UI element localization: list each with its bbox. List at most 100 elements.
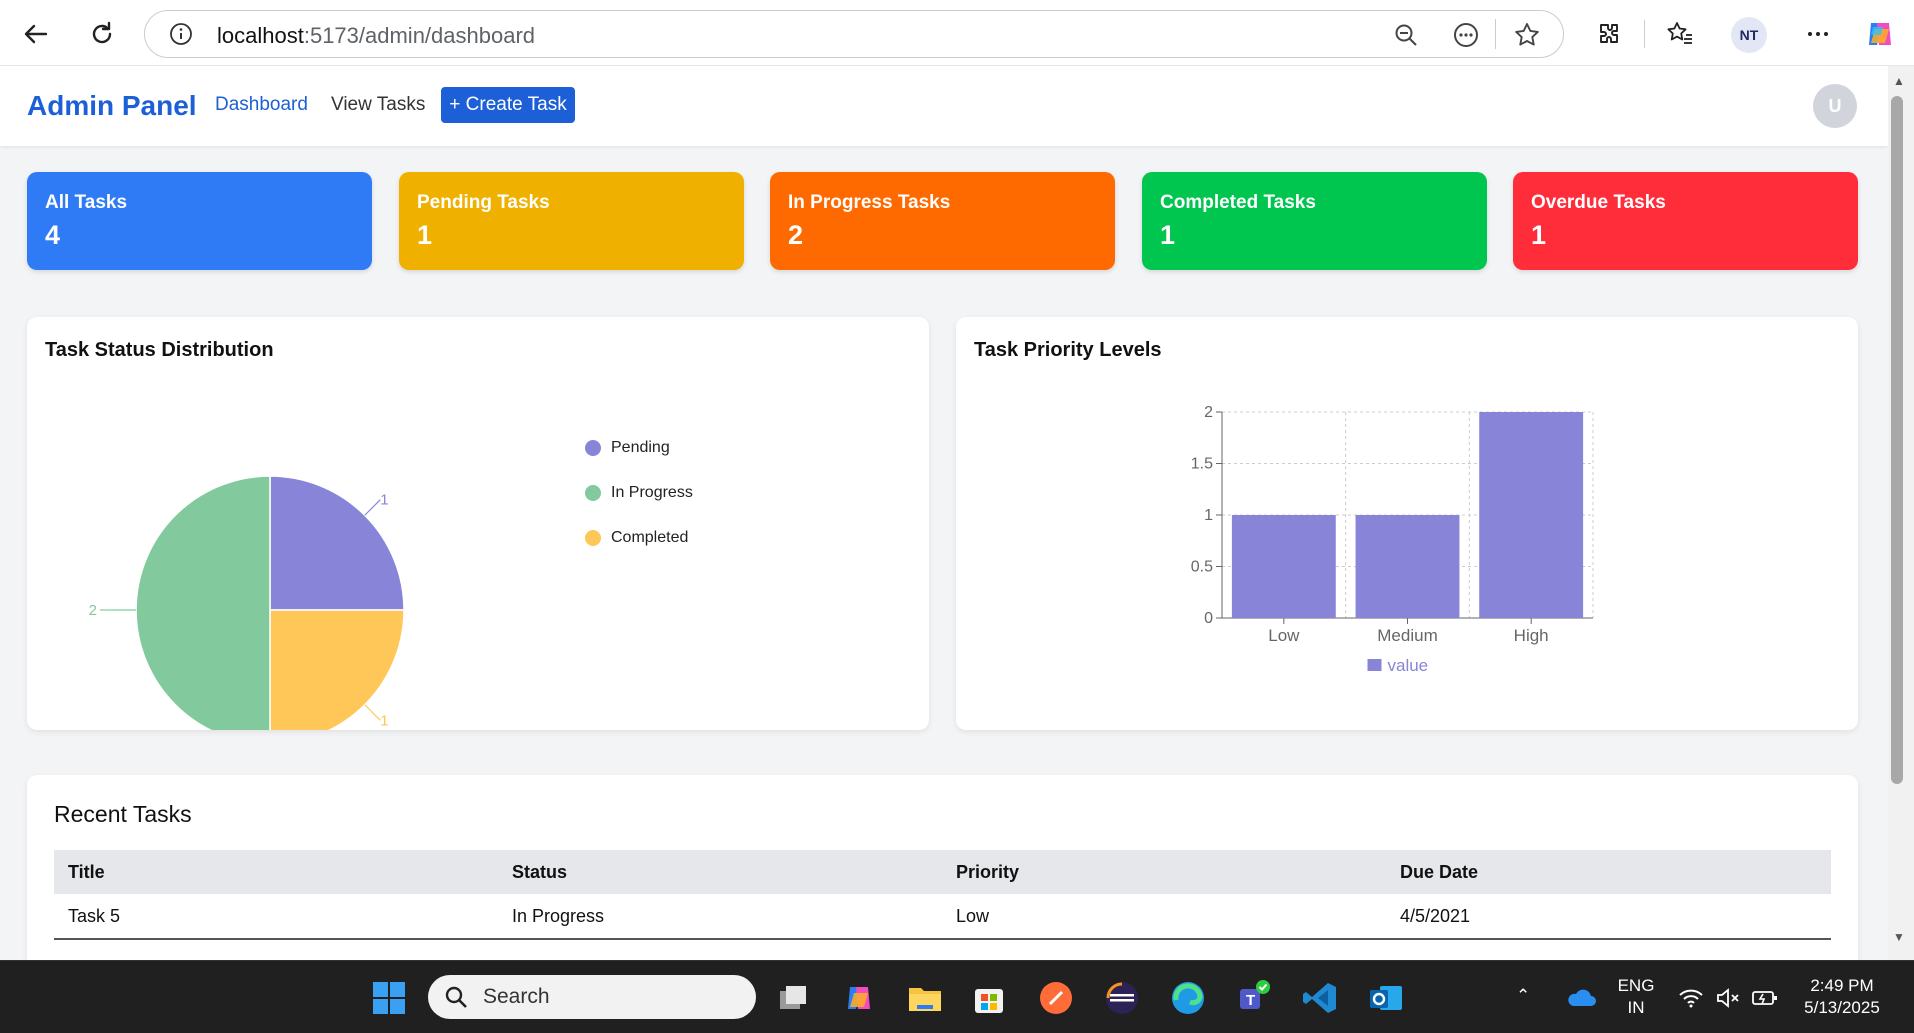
bar-low[interactable] [1231,515,1336,618]
copilot-taskbar-icon[interactable] [840,979,878,1017]
site-info-icon[interactable] [169,22,193,51]
onedrive-icon[interactable] [1562,979,1600,1017]
table-row[interactable]: Task 5 In Progress Low 4/5/2021 [54,894,1831,940]
zoom-icon[interactable] [1393,22,1419,53]
eclipse-icon[interactable] [1103,979,1141,1017]
legend-label: In Progress [611,484,693,501]
outlook-icon[interactable] [1367,979,1405,1017]
clock-time: 2:49 PM [1810,976,1874,995]
y-tick-label: 0 [1204,610,1213,627]
task-priority-cell: Low [942,894,1386,940]
column-header-due-date: Due Date [1386,850,1831,894]
legend-label: Pending [611,439,670,456]
priority-bar-chart: 0 0.5 1 1.5 2 Low Medium High value [1191,404,1594,675]
legend-label[interactable]: value [1388,656,1429,675]
volume-muted-icon[interactable] [1709,979,1747,1017]
nav-dashboard[interactable]: Dashboard [215,94,308,116]
pie-value-label: 1 [380,712,388,729]
pie-value-label: 2 [89,602,97,619]
microsoft-store-icon[interactable] [970,979,1008,1017]
more-options-circle-icon[interactable] [1453,22,1479,53]
y-tick-label: 1 [1204,507,1213,524]
legend-item-in-progress[interactable]: In Progress [585,484,693,502]
favorites-icon[interactable] [1660,14,1700,54]
page-viewport: Admin Panel Dashboard View Tasks + Creat… [0,66,1888,960]
column-header-title: Title [54,850,498,894]
recent-tasks-panel: Recent Tasks Title Status Priority Due D… [27,775,1858,960]
wifi-icon[interactable] [1672,979,1710,1017]
region-code: IN [1627,998,1645,1017]
x-tick-label: High [1514,626,1549,645]
scroll-down-icon[interactable]: ▼ [1890,928,1908,946]
task-view-icon[interactable] [774,979,812,1017]
favorite-star-icon[interactable] [1513,21,1541,54]
stat-card-in-progress[interactable]: In Progress Tasks 2 [770,172,1115,270]
windows-taskbar: Search T ⌃ ENG IN 2:49 PM 5/13/2025 [0,960,1914,1033]
scroll-up-icon[interactable]: ▲ [1890,72,1908,90]
search-placeholder: Search [483,985,550,1008]
bar-medium[interactable] [1355,515,1460,618]
stat-label: All Tasks [45,192,128,213]
divider [1644,20,1645,48]
browser-toolbar: localhost:5173/admin/dashboard NT [0,0,1914,66]
postman-icon[interactable] [1037,979,1075,1017]
url-text: localhost:5173/admin/dashboard [217,23,535,49]
stat-card-overdue[interactable]: Overdue Tasks 1 [1513,172,1858,270]
x-tick-label: Medium [1377,626,1437,645]
stat-value: 1 [1531,220,1547,250]
user-avatar[interactable]: U [1813,84,1857,128]
stat-label: In Progress Tasks [788,192,951,213]
task-status-cell: In Progress [498,894,942,940]
extensions-icon[interactable] [1588,14,1628,54]
x-tick-label: Low [1268,626,1300,645]
pie-value-label: 1 [380,492,388,509]
profile-avatar[interactable]: NT [1731,17,1767,53]
pie-slice-in-progress[interactable] [135,475,271,730]
windows-start-icon[interactable] [370,979,408,1017]
stat-card-all-tasks[interactable]: All Tasks 4 [27,172,372,270]
stat-label: Pending Tasks [417,192,550,213]
clock[interactable]: 2:49 PM 5/13/2025 [1790,975,1894,1019]
taskbar-search-input[interactable]: Search [428,975,756,1019]
column-header-status: Status [498,850,942,894]
vscode-icon[interactable] [1301,979,1339,1017]
status-chart-panel: Task Status Distribution 112 Pending In … [27,317,929,730]
stat-value: 1 [1160,220,1176,250]
stat-label: Overdue Tasks [1531,192,1666,213]
legend-item-pending[interactable]: Pending [585,439,670,457]
teams-icon[interactable]: T [1235,979,1273,1017]
stat-card-completed[interactable]: Completed Tasks 1 [1142,172,1487,270]
pie-label-line [364,499,381,516]
language-indicator[interactable]: ENG IN [1614,975,1658,1019]
bar-high[interactable] [1479,412,1584,618]
recent-tasks-title: Recent Tasks [54,801,192,827]
brand-title[interactable]: Admin Panel [27,90,197,122]
task-due-date-cell: 4/5/2021 [1386,894,1831,940]
legend-label: Completed [611,529,689,546]
address-bar[interactable]: localhost:5173/admin/dashboard [144,10,1564,58]
task-title-cell: Task 5 [54,894,498,940]
legend-dot [585,440,601,456]
back-icon[interactable] [16,14,56,54]
reload-icon[interactable] [82,14,122,54]
stat-value: 4 [45,220,61,250]
battery-icon[interactable] [1746,979,1784,1017]
create-task-button[interactable]: + Create Task [441,87,575,123]
url-path: :5173/admin/dashboard [303,23,536,48]
legend-swatch [1367,659,1382,671]
file-explorer-icon[interactable] [906,979,944,1017]
y-tick-label: 0.5 [1191,559,1213,576]
scrollbar-thumb[interactable] [1891,96,1903,784]
edge-browser-icon[interactable] [1169,979,1207,1017]
stat-card-pending[interactable]: Pending Tasks 1 [399,172,744,270]
clock-date: 5/13/2025 [1804,998,1880,1017]
pie-label-line [364,704,381,721]
nav-view-tasks[interactable]: View Tasks [331,94,425,116]
legend-dot [585,485,601,501]
settings-more-icon[interactable] [1798,14,1838,54]
url-host: localhost [217,23,304,48]
copilot-icon[interactable] [1860,14,1900,54]
y-tick-label: 1.5 [1191,456,1213,473]
legend-item-completed[interactable]: Completed [585,529,688,547]
show-hidden-icons-icon[interactable]: ⌃ [1516,985,1530,1007]
